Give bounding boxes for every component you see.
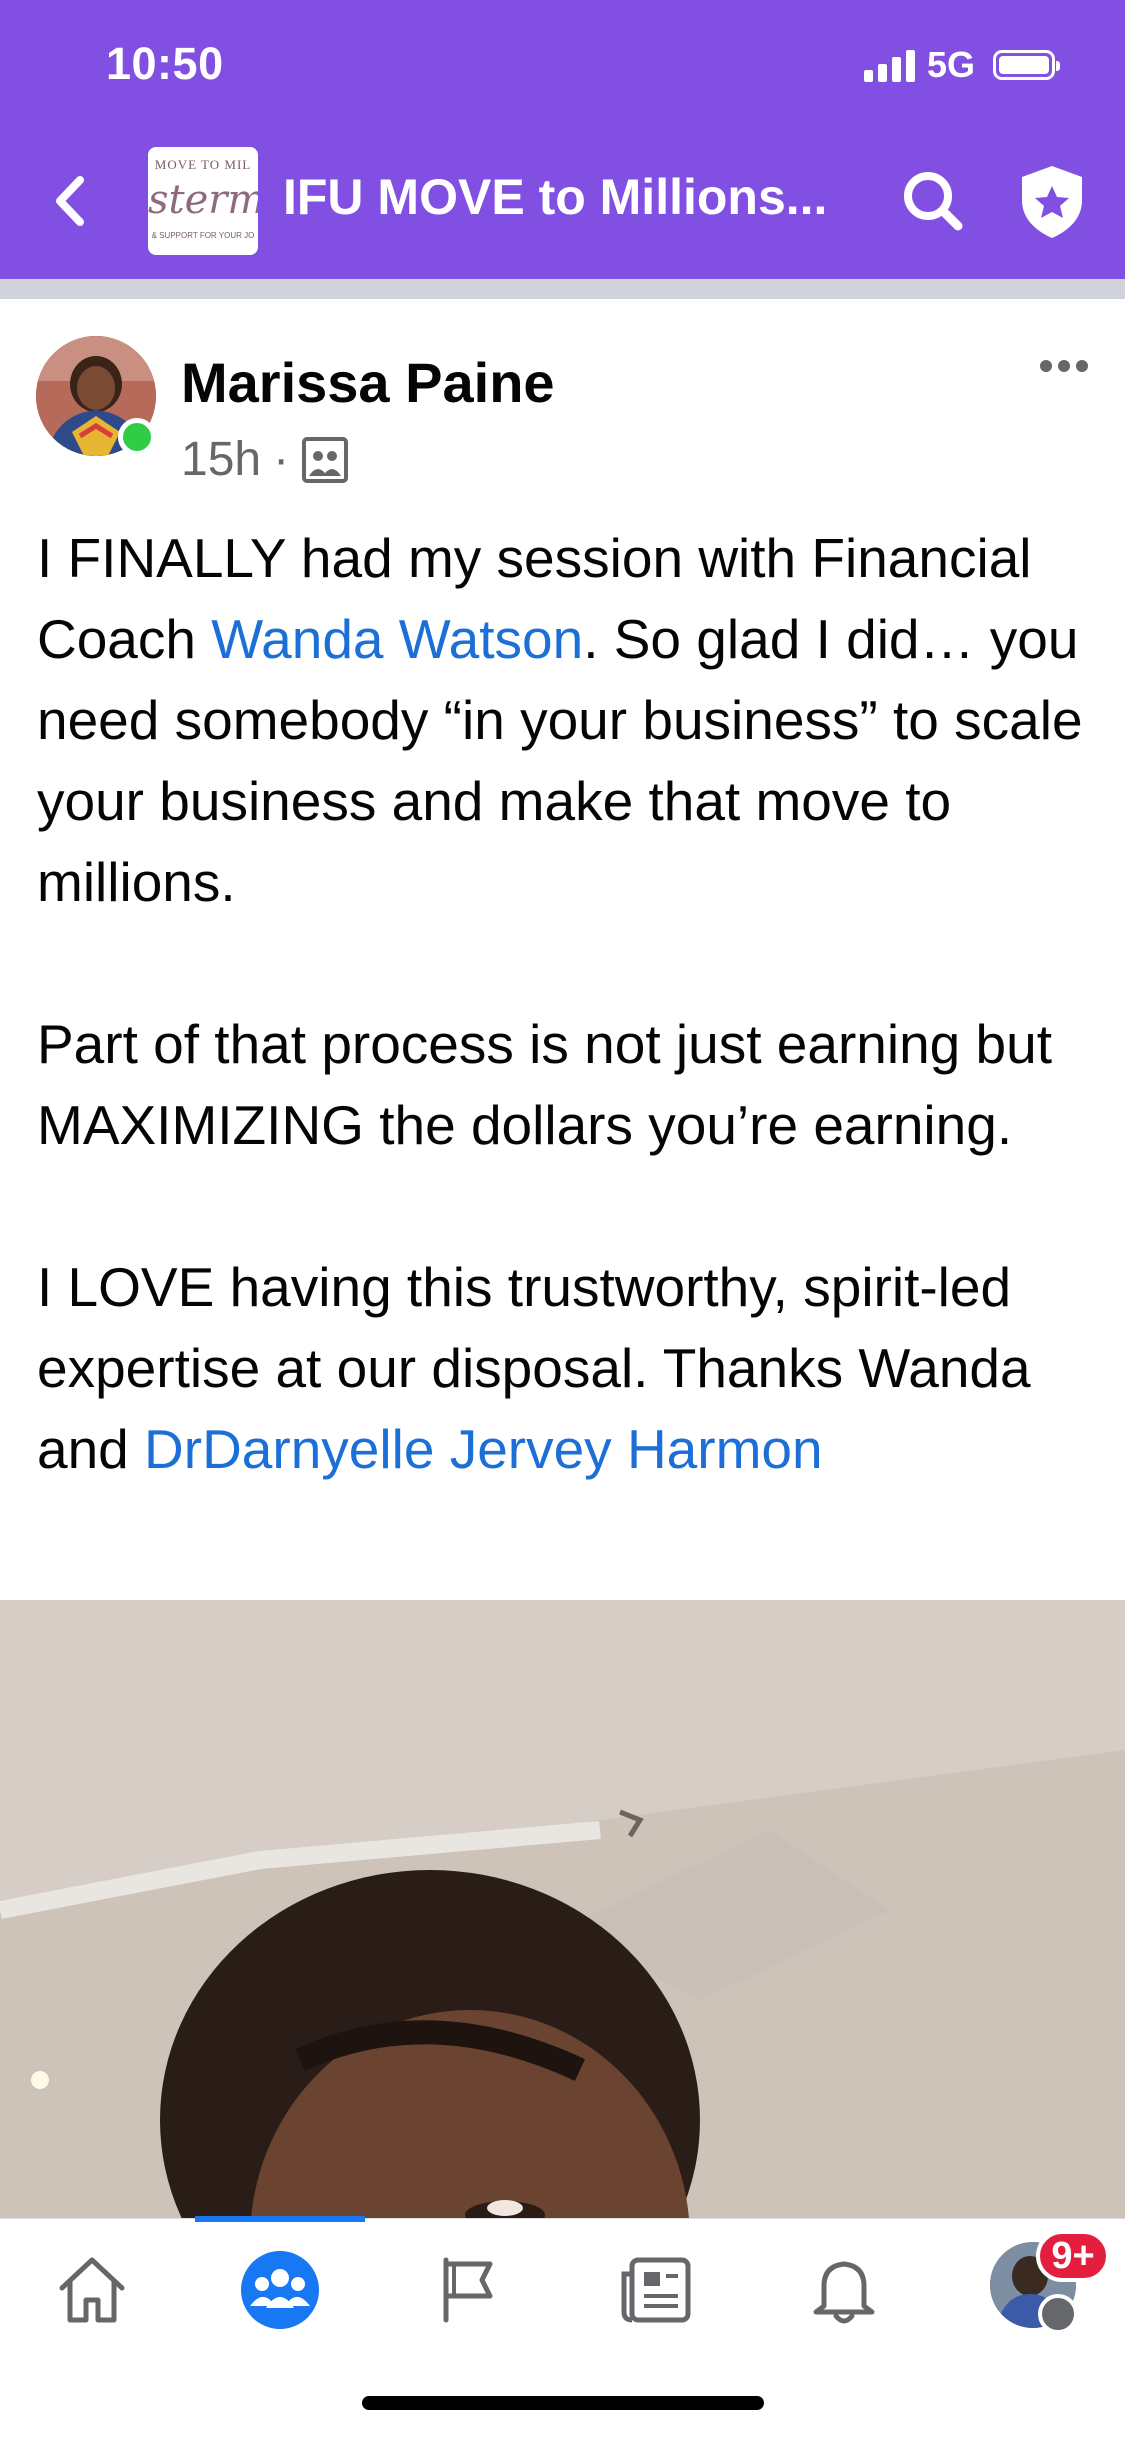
- back-button[interactable]: [44, 168, 98, 234]
- logo-top-text: MOVE TO MIL: [154, 157, 252, 172]
- post-paragraph: I LOVE having this trustworthy, spirit-l…: [37, 1247, 1097, 1490]
- tab-groups[interactable]: [230, 2240, 330, 2340]
- post-body: I FINALLY had my session with Financial …: [37, 518, 1097, 1571]
- search-button[interactable]: [900, 168, 966, 234]
- author-name[interactable]: Marissa Paine: [181, 350, 555, 415]
- post-paragraph: I FINALLY had my session with Financial …: [37, 518, 1097, 923]
- more-options-button[interactable]: [1038, 356, 1090, 376]
- group-logo[interactable]: MOVE TO MIL sterm & SUPPORT FOR YOUR JO: [148, 147, 258, 255]
- network-type: 5G: [926, 44, 975, 85]
- tagged-user-link[interactable]: Wanda Watson: [211, 608, 583, 670]
- battery-icon: [993, 50, 1060, 80]
- post-photo[interactable]: [0, 1600, 1125, 2220]
- status-indicators: 5G: [863, 44, 1060, 86]
- tab-news[interactable]: [606, 2240, 706, 2340]
- post-meta: 15h ·: [181, 432, 349, 487]
- post-paragraph: Part of that process is not just earning…: [37, 1004, 1097, 1166]
- meta-separator: ·: [273, 433, 290, 486]
- tab-home[interactable]: [42, 2240, 142, 2340]
- status-time: 10:50: [106, 38, 224, 89]
- tagged-user-link[interactable]: DrDarnyelle Jervey Harmon: [144, 1418, 823, 1480]
- more-dots-icon: [1040, 360, 1088, 372]
- home-icon: [59, 2257, 125, 2323]
- logo-bottom-text: & SUPPORT FOR YOUR JO: [151, 231, 255, 240]
- shield-star-icon: [1022, 166, 1082, 238]
- menu-notification-badge: 9+: [1036, 2230, 1110, 2282]
- active-tab-indicator: [195, 2216, 365, 2222]
- group-title[interactable]: IFU MOVE to Millions...: [283, 168, 827, 226]
- chevron-left-icon: [56, 176, 84, 226]
- online-status-dot: [118, 418, 156, 456]
- news-icon: [621, 2257, 691, 2323]
- home-indicator: [362, 2396, 764, 2410]
- top-bar: 10:50 5G MOVE TO MIL sterm & SUPPORT FOR…: [0, 0, 1125, 279]
- post-text-segment: Part of that process is not just earning…: [37, 1013, 1053, 1156]
- group-audience-icon: [302, 436, 349, 483]
- section-divider: [0, 279, 1125, 299]
- tab-pages[interactable]: [418, 2240, 518, 2340]
- admin-tools-button[interactable]: [1018, 164, 1086, 240]
- flag-icon: [443, 2257, 493, 2323]
- menu-lines-icon: [1038, 2294, 1078, 2334]
- tab-notifications[interactable]: [794, 2240, 894, 2340]
- post-photo-image: [0, 1600, 1125, 2220]
- groups-icon: [241, 2251, 319, 2329]
- post-time[interactable]: 15h: [181, 432, 261, 487]
- logo-script-text: sterm: [148, 177, 258, 223]
- search-icon: [904, 172, 963, 231]
- bell-icon: [813, 2261, 875, 2324]
- signal-icon: [863, 48, 915, 82]
